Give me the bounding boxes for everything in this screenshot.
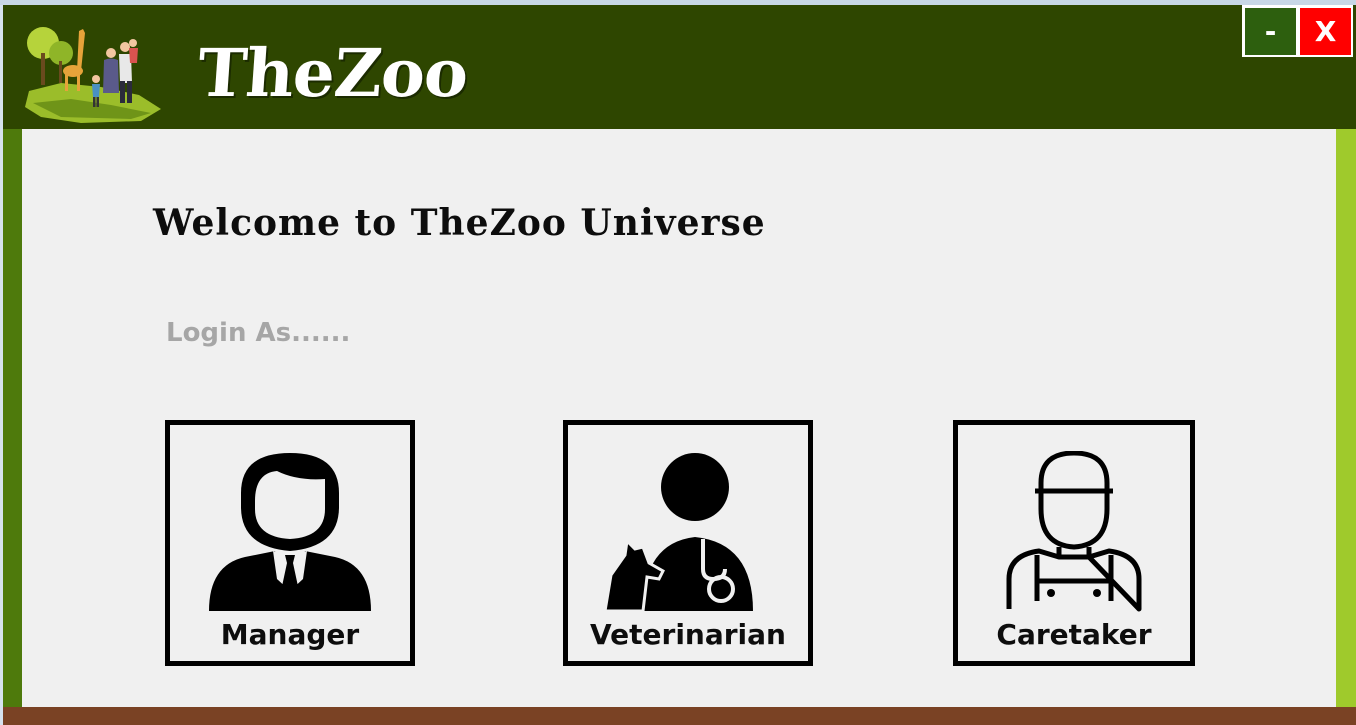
close-button[interactable]: X bbox=[1300, 8, 1351, 55]
manager-login-button[interactable]: Manager bbox=[165, 420, 415, 666]
veterinarian-label: Veterinarian bbox=[590, 618, 786, 651]
caretaker-label: Caretaker bbox=[996, 618, 1152, 651]
manager-label: Manager bbox=[220, 618, 360, 651]
left-border-stripe bbox=[3, 129, 22, 709]
zoo-family-logo bbox=[25, 27, 161, 123]
login-as-label: Login As...... bbox=[166, 318, 351, 348]
window-controls: - X bbox=[1242, 5, 1353, 57]
app-title: TheZoo bbox=[195, 34, 471, 112]
caretaker-icon bbox=[1006, 451, 1142, 612]
app-window: TheZoo - X Welcome to TheZoo Universe Lo… bbox=[3, 5, 1356, 725]
veterinarian-login-button[interactable]: Veterinarian bbox=[563, 420, 813, 666]
right-border-stripe bbox=[1336, 129, 1356, 709]
header-bar: TheZoo - X bbox=[3, 5, 1356, 129]
minimize-button[interactable]: - bbox=[1245, 8, 1296, 55]
manager-icon bbox=[209, 453, 371, 611]
veterinarian-icon bbox=[603, 453, 753, 613]
welcome-heading: Welcome to TheZoo Universe bbox=[153, 202, 766, 244]
bottom-bar bbox=[3, 707, 1356, 725]
caretaker-login-button[interactable]: Caretaker bbox=[953, 420, 1195, 666]
